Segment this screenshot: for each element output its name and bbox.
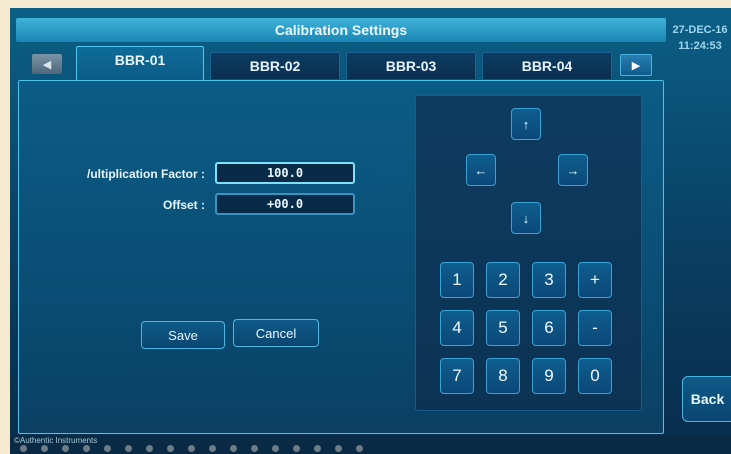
key-label: 8 bbox=[498, 366, 508, 385]
key-label: 2 bbox=[498, 270, 508, 289]
indicator-dot bbox=[335, 445, 342, 452]
indicator-dot bbox=[83, 445, 90, 452]
tab-bbr-04[interactable]: BBR-04 bbox=[482, 52, 612, 79]
multiplication-factor-label: /ultiplication Factor : bbox=[86, 167, 205, 181]
indicator-dot bbox=[209, 445, 216, 452]
settings-panel: /ultiplication Factor : 100.0 Offset : +… bbox=[18, 80, 664, 434]
triangle-left-icon: ◀ bbox=[42, 58, 52, 71]
tab-label: BBR-03 bbox=[385, 58, 437, 74]
key-label: 9 bbox=[544, 366, 554, 385]
date-text: 27-DEC-16 bbox=[672, 24, 728, 36]
arrow-left-button[interactable]: ← bbox=[466, 154, 496, 186]
arrow-up-button[interactable]: ↑ bbox=[511, 108, 541, 140]
offset-value: +00.0 bbox=[266, 197, 304, 211]
arrow-right-icon: → bbox=[566, 162, 580, 178]
key-label: 6 bbox=[544, 318, 554, 337]
key-plus[interactable]: + bbox=[578, 262, 612, 298]
indicator-dot bbox=[356, 445, 363, 452]
key-0[interactable]: 0 bbox=[578, 358, 612, 394]
save-button[interactable]: Save bbox=[141, 321, 225, 349]
prev-tab-button[interactable]: ◀ bbox=[32, 54, 62, 74]
multiplication-factor-value: 100.0 bbox=[266, 166, 304, 180]
title-bar: Calibration Settings bbox=[16, 18, 666, 42]
back-label: Back bbox=[690, 391, 725, 407]
save-label: Save bbox=[168, 327, 198, 343]
offset-label: Offset : bbox=[163, 198, 205, 212]
key-7[interactable]: 7 bbox=[440, 358, 474, 394]
key-label: 5 bbox=[498, 318, 508, 337]
tab-bbr-03[interactable]: BBR-03 bbox=[346, 52, 476, 79]
time-text: 11:24:53 bbox=[678, 40, 722, 52]
tab-label: BBR-01 bbox=[114, 52, 166, 68]
key-2[interactable]: 2 bbox=[486, 262, 520, 298]
key-label: - bbox=[592, 318, 598, 337]
triangle-right-icon: ▶ bbox=[631, 59, 641, 72]
arrow-right-button[interactable]: → bbox=[558, 154, 588, 186]
arrow-down-button[interactable]: ↓ bbox=[511, 202, 541, 234]
cancel-label: Cancel bbox=[255, 325, 297, 341]
page-title: Calibration Settings bbox=[274, 22, 408, 38]
key-label: + bbox=[590, 270, 600, 289]
indicator-dot bbox=[272, 445, 279, 452]
key-label: 3 bbox=[544, 270, 554, 289]
indicator-dot bbox=[20, 445, 27, 452]
device-screen: Calibration Settings 27-DEC-16 11:24:53 … bbox=[10, 8, 731, 454]
back-button[interactable]: Back bbox=[682, 376, 731, 422]
key-4[interactable]: 4 bbox=[440, 310, 474, 346]
cancel-button[interactable]: Cancel bbox=[233, 319, 319, 347]
footer-bar: ©Authentic Instruments bbox=[10, 436, 731, 454]
indicator-dot bbox=[314, 445, 321, 452]
copyright-text: ©Authentic Instruments bbox=[14, 436, 98, 445]
offset-input[interactable]: +00.0 bbox=[215, 193, 355, 215]
indicator-dot bbox=[125, 445, 132, 452]
tab-bbr-02[interactable]: BBR-02 bbox=[210, 52, 340, 79]
key-1[interactable]: 1 bbox=[440, 262, 474, 298]
indicator-dot bbox=[104, 445, 111, 452]
key-8[interactable]: 8 bbox=[486, 358, 520, 394]
key-5[interactable]: 5 bbox=[486, 310, 520, 346]
indicator-dot bbox=[146, 445, 153, 452]
arrow-up-icon: ↑ bbox=[522, 116, 530, 132]
key-label: 1 bbox=[452, 270, 462, 289]
keypad: ↑ ← → ↓ 1 2 3 + 4 5 6 - 7 8 9 0 bbox=[415, 95, 642, 411]
tab-bbr-01[interactable]: BBR-01 bbox=[76, 46, 204, 80]
key-label: 0 bbox=[590, 366, 600, 385]
tab-label: BBR-04 bbox=[521, 58, 573, 74]
indicator-dot bbox=[293, 445, 300, 452]
indicator-dot bbox=[62, 445, 69, 452]
arrow-left-icon: ← bbox=[474, 162, 488, 178]
next-tab-button[interactable]: ▶ bbox=[620, 54, 652, 76]
indicator-dot bbox=[41, 445, 48, 452]
key-6[interactable]: 6 bbox=[532, 310, 566, 346]
datetime-display: 27-DEC-16 11:24:53 bbox=[670, 22, 730, 54]
indicator-dot bbox=[167, 445, 174, 452]
key-label: 7 bbox=[452, 366, 462, 385]
key-9[interactable]: 9 bbox=[532, 358, 566, 394]
tab-label: BBR-02 bbox=[249, 58, 301, 74]
indicator-dot bbox=[251, 445, 258, 452]
multiplication-factor-input[interactable]: 100.0 bbox=[215, 162, 355, 184]
key-label: 4 bbox=[452, 318, 462, 337]
indicator-dot bbox=[188, 445, 195, 452]
key-minus[interactable]: - bbox=[578, 310, 612, 346]
tab-bar: ◀ BBR-01 BBR-02 BBR-03 BBR-04 ▶ bbox=[10, 46, 670, 80]
key-3[interactable]: 3 bbox=[532, 262, 566, 298]
arrow-down-icon: ↓ bbox=[522, 210, 530, 226]
indicator-dot bbox=[230, 445, 237, 452]
